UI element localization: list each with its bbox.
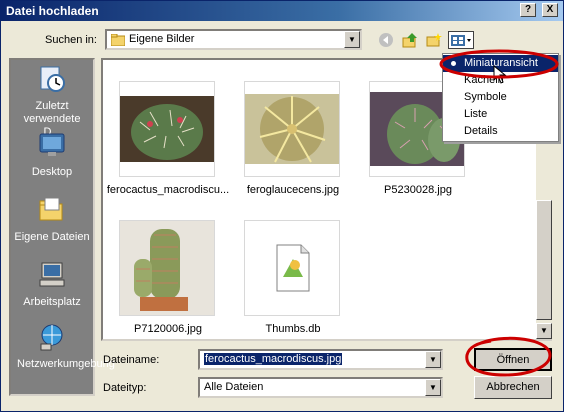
cactus-photo-thumbnail	[245, 94, 339, 164]
filename-p7120006[interactable]: P7120006.jpg	[103, 323, 233, 335]
menu-item-details[interactable]: Details	[443, 123, 558, 140]
thumbnail-p7120006[interactable]	[119, 220, 215, 316]
thumbnail-thumbs-db[interactable]	[244, 220, 340, 316]
place-network[interactable]: Netzwerkumgebung	[11, 322, 115, 371]
view-menu-button[interactable]	[448, 31, 474, 49]
recent-documents-icon	[40, 66, 65, 92]
selected-bullet-icon	[451, 61, 456, 66]
scroll-down-button[interactable]: ▼	[536, 323, 552, 339]
filename-ferocactus[interactable]: ferocactus_macrodiscu...	[103, 184, 233, 196]
lookin-value: Eigene Bilder	[129, 33, 195, 45]
scroll-thumb[interactable]	[536, 200, 552, 320]
filename-p5230028[interactable]: P5230028.jpg	[353, 184, 483, 196]
close-button[interactable]: X	[542, 3, 558, 17]
thumbnail-feroglaucecens[interactable]	[244, 81, 340, 177]
database-file-icon	[276, 244, 310, 292]
lookin-dropdown-arrow[interactable]: ▼	[344, 31, 360, 48]
place-my-documents-label: Eigene Dateien	[14, 231, 90, 243]
lookin-label: Suchen in:	[45, 34, 97, 46]
filetype-value: Alle Dateien	[204, 381, 264, 393]
filetype-label: Dateityp:	[103, 382, 147, 394]
places-bar: Zuletzt verwendete D... Desktop Eigene D…	[9, 58, 115, 396]
place-my-documents[interactable]: Eigene Dateien	[11, 195, 93, 244]
filename-combo[interactable]: ferocactus_macrodiscus.jpg ▼	[198, 349, 443, 370]
my-documents-icon	[39, 197, 63, 221]
filetype-combo[interactable]: Alle Dateien ▼	[198, 377, 443, 398]
place-my-computer-label: Arbeitsplatz	[23, 296, 81, 308]
lookin-combo[interactable]: Eigene Bilder ▼	[105, 29, 362, 50]
menu-item-label: Liste	[464, 108, 488, 120]
up-folder-button[interactable]	[401, 31, 419, 49]
place-network-label: Netzwerkumgebung	[17, 358, 115, 370]
filename-dropdown-arrow[interactable]: ▼	[425, 351, 441, 368]
new-folder-button[interactable]	[425, 31, 443, 49]
place-desktop[interactable]: Desktop	[11, 130, 93, 179]
menu-item-list[interactable]: Liste	[443, 106, 558, 123]
filetype-dropdown-arrow[interactable]: ▼	[425, 379, 441, 396]
network-places-icon	[40, 324, 63, 351]
file-upload-dialog: Datei hochladen ? X Suchen in: Eigene Bi…	[0, 0, 564, 412]
open-button[interactable]: Öffnen	[474, 348, 552, 371]
mouse-cursor-icon	[493, 65, 507, 84]
up-folder-icon	[402, 33, 417, 48]
new-folder-icon	[426, 33, 442, 47]
place-recent[interactable]: Zuletzt verwendete D...	[11, 64, 93, 139]
place-my-computer[interactable]: Arbeitsplatz	[11, 260, 93, 309]
help-button[interactable]: ?	[520, 3, 536, 17]
filename-label: Dateiname:	[103, 354, 160, 366]
place-desktop-label: Desktop	[31, 166, 73, 178]
thumbnail-ferocactus[interactable]	[119, 81, 215, 177]
title-bar: Datei hochladen ? X	[1, 1, 563, 21]
filename-thumbs-db[interactable]: Thumbs.db	[228, 323, 358, 335]
menu-item-label: Symbole	[464, 91, 507, 103]
folder-icon	[111, 34, 125, 46]
filename-input[interactable]: ferocactus_macrodiscus.jpg	[204, 353, 343, 365]
back-icon	[379, 33, 393, 47]
filename-feroglaucecens[interactable]: feroglaucecens.jpg	[228, 184, 358, 196]
back-button[interactable]	[377, 31, 395, 49]
cactus-photo-thumbnail	[120, 221, 214, 315]
desktop-icon	[39, 133, 65, 156]
cactus-photo-thumbnail	[120, 96, 214, 162]
my-computer-icon	[39, 262, 65, 287]
view-icon	[451, 35, 471, 46]
menu-item-label: Details	[464, 125, 498, 137]
window-title: Datei hochladen	[6, 4, 99, 18]
menu-item-icons[interactable]: Symbole	[443, 89, 558, 106]
cancel-button[interactable]: Abbrechen	[474, 376, 552, 399]
